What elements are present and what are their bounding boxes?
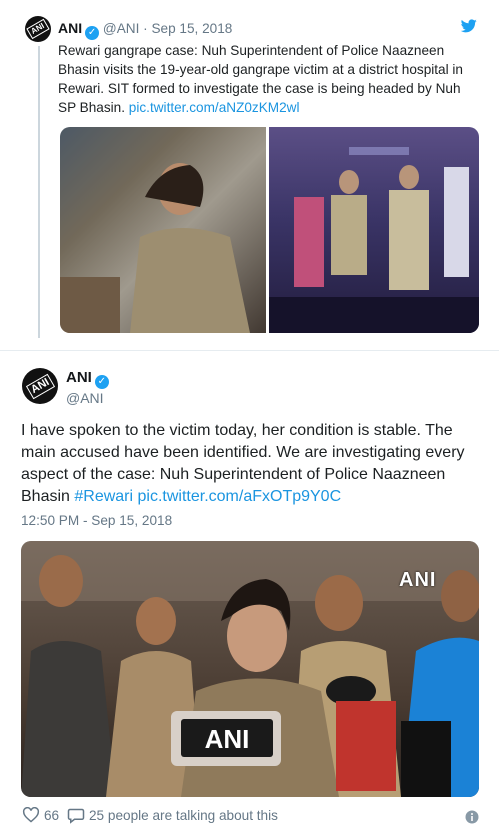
dot-separator: · [143,21,148,36]
quoted-header: ANI ✓ @ANI · Sep 15, 2018 [58,20,232,40]
quoted-media-right[interactable] [269,127,479,333]
author-name[interactable]: ANI [66,369,92,386]
tweet-text: I have spoken to the victim today, her c… [21,422,465,505]
author-avatar[interactable]: ANI [22,368,58,404]
reply-bubble-icon [67,808,85,824]
tweet-timestamp[interactable]: 12:50 PM - Sep 15, 2018 [21,513,172,528]
info-icon[interactable] [465,810,479,829]
officer-photo-left [60,127,266,333]
quoted-tweet-text: Rewari gangrape case: Nuh Superintendent… [58,43,463,115]
quoted-avatar[interactable]: ANI [25,16,51,42]
verified-badge-icon: ✓ [94,375,109,389]
quoted-media-link[interactable]: pic.twitter.com/aNZ0zKM2wl [129,100,300,115]
verified-badge-icon: ✓ [85,26,100,40]
quoted-media-left[interactable] [60,127,266,333]
like-action[interactable]: 66 [22,807,59,823]
conversation-action[interactable]: 25 people are talking about this [67,807,278,824]
corridor-photo-right [269,147,479,333]
mic-label-ani: ANI [204,724,250,754]
divider [0,350,499,351]
like-count: 66 [44,807,60,823]
twitter-bird-icon[interactable] [460,19,477,38]
author-name-row: ANI ✓ [66,369,109,389]
media-link[interactable]: pic.twitter.com/aFxOTp9Y0C [138,488,342,505]
hashtag-link[interactable]: #Rewari [74,488,133,505]
author-handle[interactable]: @ANI [66,390,104,406]
quoted-handle[interactable]: @ANI [103,21,139,36]
tweet-media[interactable]: ANI ANI [21,541,479,797]
quoted-date[interactable]: Sep 15, 2018 [151,21,232,36]
ani-watermark: ANI [399,569,437,591]
heart-icon [22,807,40,823]
quoted-author-name[interactable]: ANI [58,20,82,36]
talking-count: 25 people are talking about this [89,808,278,823]
thread-line [38,46,40,338]
